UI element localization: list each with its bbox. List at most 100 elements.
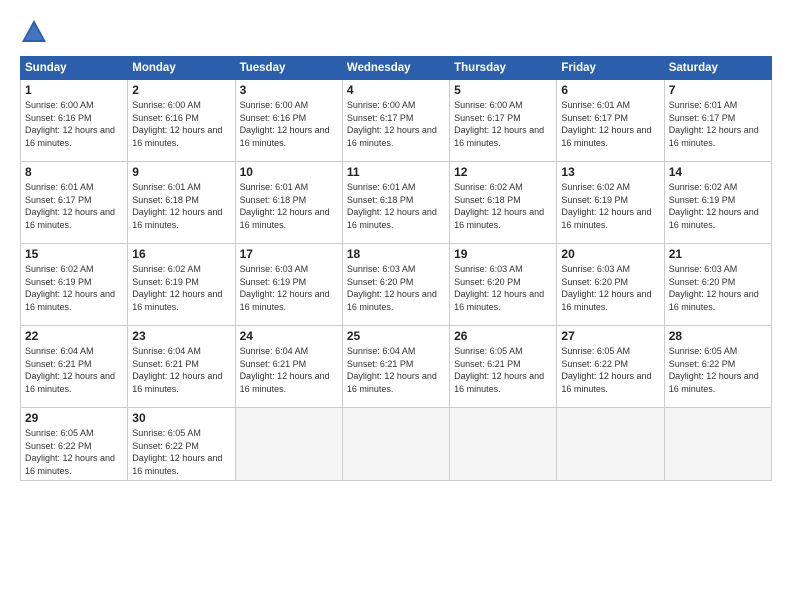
day-number: 2	[132, 83, 230, 97]
day-number: 26	[454, 329, 552, 343]
day-info: Sunrise: 6:04 AMSunset: 6:21 PMDaylight:…	[347, 345, 445, 395]
day-info: Sunrise: 6:05 AMSunset: 6:21 PMDaylight:…	[454, 345, 552, 395]
day-cell: 30 Sunrise: 6:05 AMSunset: 6:22 PMDayligh…	[128, 408, 235, 481]
day-info: Sunrise: 6:01 AMSunset: 6:18 PMDaylight:…	[347, 181, 445, 231]
day-number: 15	[25, 247, 123, 261]
day-number: 4	[347, 83, 445, 97]
day-info: Sunrise: 6:05 AMSunset: 6:22 PMDaylight:…	[669, 345, 767, 395]
day-info: Sunrise: 6:03 AMSunset: 6:20 PMDaylight:…	[454, 263, 552, 313]
header-tuesday: Tuesday	[235, 57, 342, 80]
day-info: Sunrise: 6:02 AMSunset: 6:18 PMDaylight:…	[454, 181, 552, 231]
header-row: SundayMondayTuesdayWednesdayThursdayFrid…	[21, 57, 772, 80]
day-info: Sunrise: 6:02 AMSunset: 6:19 PMDaylight:…	[25, 263, 123, 313]
day-info: Sunrise: 6:00 AMSunset: 6:17 PMDaylight:…	[347, 99, 445, 149]
page: SundayMondayTuesdayWednesdayThursdayFrid…	[0, 0, 792, 612]
day-cell: 17 Sunrise: 6:03 AMSunset: 6:19 PMDayligh…	[235, 244, 342, 326]
day-cell: 26 Sunrise: 6:05 AMSunset: 6:21 PMDayligh…	[450, 326, 557, 408]
day-cell: 18 Sunrise: 6:03 AMSunset: 6:20 PMDayligh…	[342, 244, 449, 326]
day-cell: 20 Sunrise: 6:03 AMSunset: 6:20 PMDayligh…	[557, 244, 664, 326]
day-number: 14	[669, 165, 767, 179]
week-row-3: 15 Sunrise: 6:02 AMSunset: 6:19 PMDayligh…	[21, 244, 772, 326]
day-info: Sunrise: 6:01 AMSunset: 6:17 PMDaylight:…	[669, 99, 767, 149]
day-number: 12	[454, 165, 552, 179]
day-info: Sunrise: 6:03 AMSunset: 6:20 PMDaylight:…	[561, 263, 659, 313]
day-cell: 27 Sunrise: 6:05 AMSunset: 6:22 PMDayligh…	[557, 326, 664, 408]
day-cell: 5Sunrise: 6:00 AMSunset: 6:17 PMDaylight…	[450, 80, 557, 162]
day-number: 9	[132, 165, 230, 179]
day-number: 1	[25, 83, 123, 97]
header-wednesday: Wednesday	[342, 57, 449, 80]
day-cell	[557, 408, 664, 481]
header-sunday: Sunday	[21, 57, 128, 80]
day-number: 23	[132, 329, 230, 343]
day-info: Sunrise: 6:03 AMSunset: 6:20 PMDaylight:…	[669, 263, 767, 313]
day-info: Sunrise: 6:01 AMSunset: 6:17 PMDaylight:…	[25, 181, 123, 231]
day-cell: 16 Sunrise: 6:02 AMSunset: 6:19 PMDayligh…	[128, 244, 235, 326]
day-cell: 11 Sunrise: 6:01 AMSunset: 6:18 PMDayligh…	[342, 162, 449, 244]
day-cell: 25 Sunrise: 6:04 AMSunset: 6:21 PMDayligh…	[342, 326, 449, 408]
calendar-header: SundayMondayTuesdayWednesdayThursdayFrid…	[21, 57, 772, 80]
day-info: Sunrise: 6:03 AMSunset: 6:20 PMDaylight:…	[347, 263, 445, 313]
day-number: 19	[454, 247, 552, 261]
day-cell: 15 Sunrise: 6:02 AMSunset: 6:19 PMDayligh…	[21, 244, 128, 326]
day-number: 17	[240, 247, 338, 261]
day-cell	[450, 408, 557, 481]
day-number: 25	[347, 329, 445, 343]
day-cell: 3Sunrise: 6:00 AMSunset: 6:16 PMDaylight…	[235, 80, 342, 162]
day-cell: 23Sunrise: 6:04 AMSunset: 6:21 PMDayligh…	[128, 326, 235, 408]
day-info: Sunrise: 6:00 AMSunset: 6:16 PMDaylight:…	[25, 99, 123, 149]
day-cell: 8 Sunrise: 6:01 AMSunset: 6:17 PMDaylight…	[21, 162, 128, 244]
calendar-table: SundayMondayTuesdayWednesdayThursdayFrid…	[20, 56, 772, 481]
day-info: Sunrise: 6:03 AMSunset: 6:19 PMDaylight:…	[240, 263, 338, 313]
day-info: Sunrise: 6:01 AMSunset: 6:17 PMDaylight:…	[561, 99, 659, 149]
day-cell: 2 Sunrise: 6:00 AMSunset: 6:16 PMDaylight…	[128, 80, 235, 162]
day-number: 21	[669, 247, 767, 261]
day-info: Sunrise: 6:00 AMSunset: 6:16 PMDaylight:…	[132, 99, 230, 149]
day-info: Sunrise: 6:05 AMSunset: 6:22 PMDaylight:…	[132, 427, 230, 477]
day-info: Sunrise: 6:01 AMSunset: 6:18 PMDaylight:…	[132, 181, 230, 231]
day-cell: 10Sunrise: 6:01 AMSunset: 6:18 PMDayligh…	[235, 162, 342, 244]
day-cell: 22 Sunrise: 6:04 AMSunset: 6:21 PMDayligh…	[21, 326, 128, 408]
day-info: Sunrise: 6:02 AMSunset: 6:19 PMDaylight:…	[132, 263, 230, 313]
day-info: Sunrise: 6:00 AMSunset: 6:16 PMDaylight:…	[240, 99, 338, 149]
day-number: 11	[347, 165, 445, 179]
day-number: 22	[25, 329, 123, 343]
day-cell: 28 Sunrise: 6:05 AMSunset: 6:22 PMDayligh…	[664, 326, 771, 408]
day-cell: 12 Sunrise: 6:02 AMSunset: 6:18 PMDayligh…	[450, 162, 557, 244]
day-cell: 1 Sunrise: 6:00 AMSunset: 6:16 PMDaylight…	[21, 80, 128, 162]
day-number: 10	[240, 165, 338, 179]
day-cell: 13 Sunrise: 6:02 AMSunset: 6:19 PMDayligh…	[557, 162, 664, 244]
day-cell: 29Sunrise: 6:05 AMSunset: 6:22 PMDayligh…	[21, 408, 128, 481]
day-number: 8	[25, 165, 123, 179]
header-monday: Monday	[128, 57, 235, 80]
header-thursday: Thursday	[450, 57, 557, 80]
day-number: 16	[132, 247, 230, 261]
logo-icon	[20, 18, 48, 46]
day-number: 13	[561, 165, 659, 179]
day-info: Sunrise: 6:02 AMSunset: 6:19 PMDaylight:…	[561, 181, 659, 231]
day-cell: 21 Sunrise: 6:03 AMSunset: 6:20 PMDayligh…	[664, 244, 771, 326]
week-row-4: 22 Sunrise: 6:04 AMSunset: 6:21 PMDayligh…	[21, 326, 772, 408]
header-saturday: Saturday	[664, 57, 771, 80]
day-number: 28	[669, 329, 767, 343]
day-info: Sunrise: 6:00 AMSunset: 6:17 PMDaylight:…	[454, 99, 552, 149]
day-cell: 6 Sunrise: 6:01 AMSunset: 6:17 PMDaylight…	[557, 80, 664, 162]
day-number: 29	[25, 411, 123, 425]
day-cell: 9 Sunrise: 6:01 AMSunset: 6:18 PMDaylight…	[128, 162, 235, 244]
day-number: 30	[132, 411, 230, 425]
day-info: Sunrise: 6:04 AMSunset: 6:21 PMDaylight:…	[25, 345, 123, 395]
day-number: 18	[347, 247, 445, 261]
calendar-body: 1 Sunrise: 6:00 AMSunset: 6:16 PMDaylight…	[21, 80, 772, 481]
day-cell: 24Sunrise: 6:04 AMSunset: 6:21 PMDayligh…	[235, 326, 342, 408]
day-number: 27	[561, 329, 659, 343]
day-number: 20	[561, 247, 659, 261]
day-info: Sunrise: 6:05 AMSunset: 6:22 PMDaylight:…	[561, 345, 659, 395]
logo	[20, 18, 52, 46]
header	[20, 18, 772, 46]
day-number: 6	[561, 83, 659, 97]
week-row-2: 8 Sunrise: 6:01 AMSunset: 6:17 PMDaylight…	[21, 162, 772, 244]
day-cell: 7Sunrise: 6:01 AMSunset: 6:17 PMDaylight…	[664, 80, 771, 162]
day-cell: 14 Sunrise: 6:02 AMSunset: 6:19 PMDayligh…	[664, 162, 771, 244]
day-cell	[664, 408, 771, 481]
day-info: Sunrise: 6:02 AMSunset: 6:19 PMDaylight:…	[669, 181, 767, 231]
